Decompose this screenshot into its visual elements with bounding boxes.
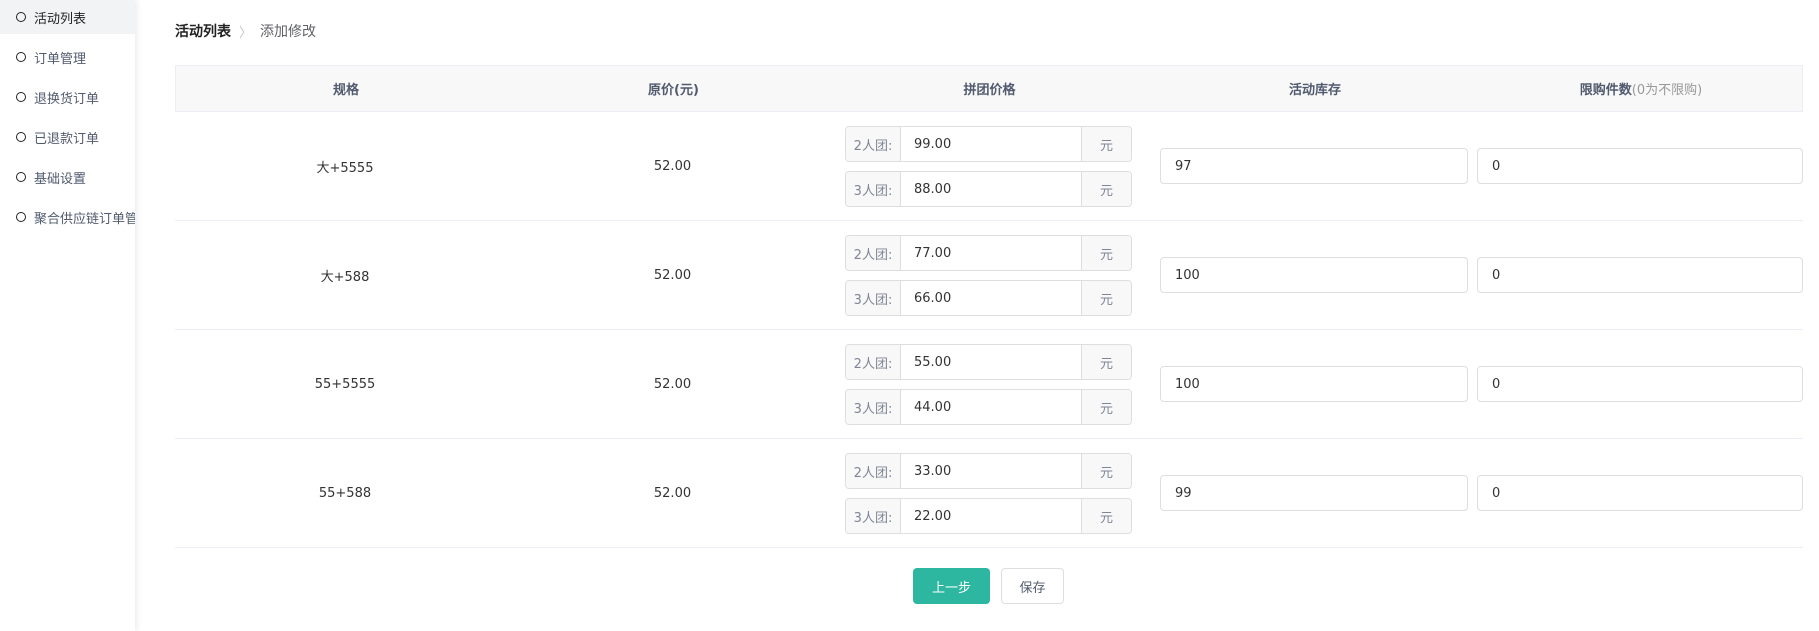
- group-price-inputs: 2人团: 99.00 元 3人团: 88.00 元: [845, 126, 1132, 216]
- price-input[interactable]: 33.00: [901, 454, 1081, 488]
- price-input[interactable]: 22.00: [901, 499, 1081, 533]
- main-content: 活动列表 〉 添加修改 规格 原价(元) 拼团价格 活动库存 限购件数(0为不限…: [135, 0, 1819, 631]
- price-label: 3人团:: [846, 281, 901, 315]
- price-line-2: 2人团: 33.00 元: [845, 453, 1132, 489]
- group-price-inputs: 2人团: 55.00 元 3人团: 44.00 元: [845, 344, 1132, 434]
- cell-original-price: 52.00: [653, 377, 692, 392]
- cell-original-price: 52.00: [653, 159, 692, 174]
- stock-input[interactable]: 100: [1160, 257, 1468, 293]
- price-label: 3人团:: [846, 390, 901, 424]
- cell-original-price: 52.00: [653, 486, 692, 501]
- stock-input[interactable]: 99: [1160, 475, 1468, 511]
- sidebar-item-return-orders[interactable]: 退换货订单: [0, 80, 135, 114]
- limit-input[interactable]: 0: [1477, 148, 1803, 184]
- price-label: 3人团:: [846, 499, 901, 533]
- price-input[interactable]: 77.00: [901, 236, 1081, 270]
- price-line-3: 3人团: 22.00 元: [845, 498, 1132, 534]
- header-original-price: 原价(元): [648, 83, 699, 98]
- price-unit: 元: [1081, 236, 1131, 270]
- price-line-2: 2人团: 77.00 元: [845, 235, 1132, 271]
- stock-input[interactable]: 100: [1160, 366, 1468, 402]
- circle-icon: [16, 132, 26, 142]
- form-actions: 上一步 保存: [135, 568, 1819, 604]
- price-line-3: 3人团: 88.00 元: [845, 171, 1132, 207]
- price-input[interactable]: 55.00: [901, 345, 1081, 379]
- price-unit: 元: [1081, 281, 1131, 315]
- circle-icon: [16, 52, 26, 62]
- sidebar-item-refunded-orders[interactable]: 已退款订单: [0, 120, 135, 154]
- price-line-2: 2人团: 99.00 元: [845, 126, 1132, 162]
- price-unit: 元: [1081, 454, 1131, 488]
- price-input[interactable]: 66.00: [901, 281, 1081, 315]
- price-label: 2人团:: [846, 454, 901, 488]
- price-line-3: 3人团: 66.00 元: [845, 280, 1132, 316]
- price-unit: 元: [1081, 172, 1131, 206]
- sidebar-item-basic-settings[interactable]: 基础设置: [0, 160, 135, 194]
- table-row: 55+5555 52.00 2人团: 55.00 元 3人团: 44.00 元 …: [175, 330, 1803, 439]
- circle-icon: [16, 212, 26, 222]
- price-unit: 元: [1081, 345, 1131, 379]
- group-price-inputs: 2人团: 33.00 元 3人团: 22.00 元: [845, 453, 1132, 543]
- header-limit-label: 限购件数: [1579, 83, 1632, 98]
- price-input[interactable]: 99.00: [901, 127, 1081, 161]
- table-header: 规格 原价(元) 拼团价格 活动库存 限购件数(0为不限购): [175, 65, 1803, 112]
- header-spec: 规格: [332, 83, 359, 98]
- limit-input[interactable]: 0: [1477, 257, 1803, 293]
- app-root: 活动列表 订单管理 退换货订单 已退款订单 基础设置 聚合供应链订单管 活动列表…: [0, 0, 1819, 631]
- limit-input[interactable]: 0: [1477, 366, 1803, 402]
- price-unit: 元: [1081, 127, 1131, 161]
- header-limit: 限购件数(0为不限购): [1478, 79, 1804, 98]
- cell-spec: 55+588: [318, 486, 372, 501]
- prev-step-button[interactable]: 上一步: [913, 568, 990, 604]
- header-stock: 活动库存: [1288, 83, 1341, 98]
- price-label: 2人团:: [846, 345, 901, 379]
- cell-original-price: 52.00: [653, 268, 692, 283]
- sidebar-item-activity-list[interactable]: 活动列表: [0, 0, 135, 34]
- header-group-price: 拼团价格: [963, 83, 1016, 98]
- circle-icon: [16, 172, 26, 182]
- price-label: 2人团:: [846, 236, 901, 270]
- sidebar-item-label: 活动列表: [34, 11, 87, 27]
- price-unit: 元: [1081, 499, 1131, 533]
- cell-spec: 大+588: [320, 270, 370, 285]
- cell-spec: 大+5555: [316, 161, 374, 176]
- price-label: 2人团:: [846, 127, 901, 161]
- sidebar-item-label: 订单管理: [34, 51, 87, 67]
- price-label: 3人团:: [846, 172, 901, 206]
- sidebar: 活动列表 订单管理 退换货订单 已退款订单 基础设置 聚合供应链订单管: [0, 0, 135, 631]
- price-input[interactable]: 88.00: [901, 172, 1081, 206]
- sidebar-item-supply-chain-orders[interactable]: 聚合供应链订单管: [0, 200, 135, 234]
- table-row: 大+588 52.00 2人团: 77.00 元 3人团: 66.00 元 10…: [175, 221, 1803, 330]
- circle-icon: [16, 92, 26, 102]
- price-unit: 元: [1081, 390, 1131, 424]
- sidebar-item-label: 退换货订单: [34, 91, 100, 107]
- price-input[interactable]: 44.00: [901, 390, 1081, 424]
- chevron-right-icon: 〉: [239, 25, 253, 41]
- group-price-table: 规格 原价(元) 拼团价格 活动库存 限购件数(0为不限购) 大+5555 52…: [175, 65, 1803, 548]
- stock-input[interactable]: 97: [1160, 148, 1468, 184]
- table-row: 55+588 52.00 2人团: 33.00 元 3人团: 22.00 元 9…: [175, 439, 1803, 548]
- breadcrumb: 活动列表 〉 添加修改: [175, 21, 316, 41]
- header-limit-hint: (0为不限购): [1631, 83, 1703, 98]
- limit-input[interactable]: 0: [1477, 475, 1803, 511]
- sidebar-item-label: 聚合供应链订单管: [34, 211, 135, 227]
- breadcrumb-current: 添加修改: [260, 24, 317, 40]
- price-line-3: 3人团: 44.00 元: [845, 389, 1132, 425]
- cell-spec: 55+5555: [314, 377, 376, 392]
- sidebar-item-order-management[interactable]: 订单管理: [0, 40, 135, 74]
- sidebar-item-label: 已退款订单: [34, 131, 100, 147]
- save-button[interactable]: 保存: [1001, 568, 1064, 604]
- circle-icon: [16, 12, 26, 22]
- table-row: 大+5555 52.00 2人团: 99.00 元 3人团: 88.00 元 9…: [175, 112, 1803, 221]
- group-price-inputs: 2人团: 77.00 元 3人团: 66.00 元: [845, 235, 1132, 325]
- sidebar-item-label: 基础设置: [34, 171, 87, 187]
- price-line-2: 2人团: 55.00 元: [845, 344, 1132, 380]
- breadcrumb-root[interactable]: 活动列表: [175, 21, 231, 41]
